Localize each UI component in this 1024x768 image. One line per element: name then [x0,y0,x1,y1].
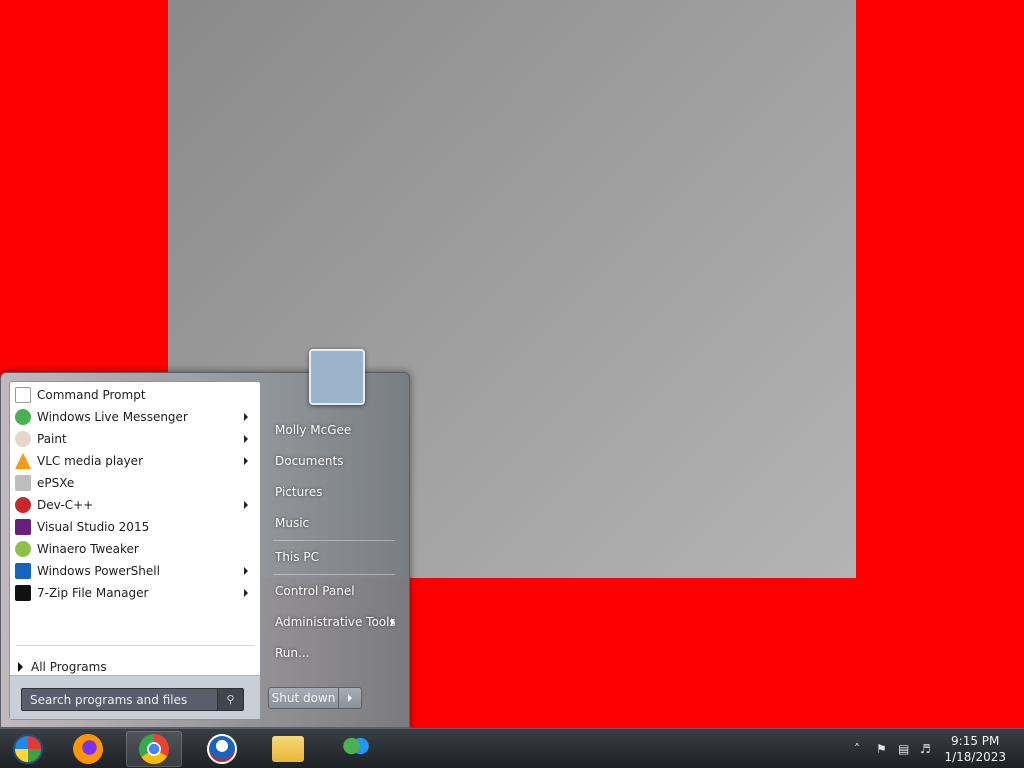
clock-date: 1/18/2023 [944,750,1006,764]
shutdown-options-button[interactable] [339,688,361,708]
search-icon[interactable]: ⚲ [217,689,243,710]
link-pictures[interactable]: Pictures [267,479,403,505]
chevron-up-icon[interactable]: ˄ [854,742,860,756]
user-avatar[interactable] [309,349,365,405]
program-list: Command Prompt Windows Live Messenger Pa… [10,382,260,604]
all-programs-button[interactable]: All Programs [14,657,254,677]
program-item-windows-powershell[interactable]: Windows PowerShell [10,560,260,582]
link-label: Molly McGee [275,423,352,437]
submenu-arrow-icon [244,413,248,421]
flag-icon[interactable]: ⚑ [876,742,887,756]
submenu-arrow-icon [244,589,248,597]
program-label: Command Prompt [37,388,146,402]
program-item-visual-studio-2015[interactable]: Visual Studio 2015 [10,516,260,538]
cmd-icon [15,387,31,403]
link-documents[interactable]: Documents [267,448,403,474]
start-button[interactable] [0,731,56,767]
link-control-panel[interactable]: Control Panel [267,578,403,604]
search-box: ⚲ [21,688,244,711]
taskbar-file-explorer-button[interactable] [260,731,316,767]
devcpp-icon [15,497,31,513]
link-label: Control Panel [275,584,355,598]
link-administrative-tools[interactable]: Administrative Tools [267,609,403,635]
volume-icon[interactable]: ♬ [920,742,931,756]
link-label: This PC [275,550,319,564]
link-this-pc[interactable]: This PC [267,544,403,570]
all-programs-label: All Programs [31,660,107,674]
program-label: VLC media player [37,454,144,468]
taskbar-firefox-button[interactable] [60,731,116,767]
paint-icon [15,431,31,447]
powershell-icon [15,563,31,579]
program-label: Visual Studio 2015 [37,520,150,534]
link-label: Run... [275,646,310,660]
program-item-vlc-media-player[interactable]: VLC media player [10,450,260,472]
messenger-icon [341,734,371,764]
submenu-arrow-icon [391,618,395,626]
clock-time: 9:15 PM [951,734,1000,748]
link-label: Administrative Tools [275,615,396,629]
taskbar: ˄ ⚑ ▤ ♬ 9:15 PM 1/18/2023 [0,728,1024,768]
search-input[interactable] [22,689,217,710]
links-divider [273,540,395,541]
program-label: Winaero Tweaker [37,542,139,556]
program-item-windows-live-messenger[interactable]: Windows Live Messenger [10,406,260,428]
start-menu-programs-pane: Command Prompt Windows Live Messenger Pa… [9,381,261,720]
epsxe-icon [15,475,31,491]
link-label: Music [275,516,310,530]
program-item-7-zip-file-manager[interactable]: 7-Zip File Manager [10,582,260,604]
program-label: Dev-C++ [37,498,94,512]
folder-icon [272,736,304,762]
start-menu: Command Prompt Windows Live Messenger Pa… [0,349,411,728]
firefox-icon [73,734,103,764]
program-label: 7-Zip File Manager [37,586,149,600]
program-label: Windows Live Messenger [37,410,188,424]
link-label: Documents [275,454,344,468]
search-area: ⚲ [10,675,260,719]
messenger-icon [15,409,31,425]
program-item-epsxe[interactable]: ePSXe [10,472,260,494]
program-item-winaero-tweaker[interactable]: Winaero Tweaker [10,538,260,560]
network-icon[interactable]: ▤ [898,742,909,756]
winaero-icon [15,541,31,557]
link-molly-mcgee[interactable]: Molly McGee [267,417,403,443]
program-label: ePSXe [37,476,75,490]
visual-studio-icon [15,519,31,535]
program-label: Windows PowerShell [37,564,160,578]
start-menu-links-pane: Molly McGee Documents Pictures Music Thi… [263,349,411,727]
submenu-arrow-icon [244,435,248,443]
program-item-paint[interactable]: Paint [10,428,260,450]
obama-logo-icon [207,734,237,764]
program-item-dev-cpp[interactable]: Dev-C++ [10,494,260,516]
system-tray: ˄ ⚑ ▤ ♬ 9:15 PM 1/18/2023 [834,729,1024,768]
all-programs-divider [16,645,254,646]
submenu-arrow-icon [244,457,248,465]
submenu-arrow-icon [244,501,248,509]
taskbar-messenger-button[interactable] [328,731,384,767]
windows-orb-icon [13,734,43,764]
link-music[interactable]: Music [267,510,403,536]
shutdown-button[interactable]: Shut down [269,688,339,708]
program-item-command-prompt[interactable]: Command Prompt [10,384,260,406]
link-label: Pictures [275,485,323,499]
clock[interactable]: 9:15 PM 1/18/2023 [944,733,1006,765]
program-label: Paint [37,432,67,446]
vlc-icon [15,453,31,469]
taskbar-chrome-button[interactable] [126,731,182,767]
7zip-icon [15,585,31,601]
triangle-right-icon [18,662,23,672]
links-divider [273,574,395,575]
chevron-right-icon [348,694,352,702]
submenu-arrow-icon [244,567,248,575]
shutdown-group: Shut down [268,687,362,709]
link-run[interactable]: Run... [267,640,403,666]
taskbar-obama-logo-button[interactable] [194,731,250,767]
chrome-icon [139,734,169,764]
